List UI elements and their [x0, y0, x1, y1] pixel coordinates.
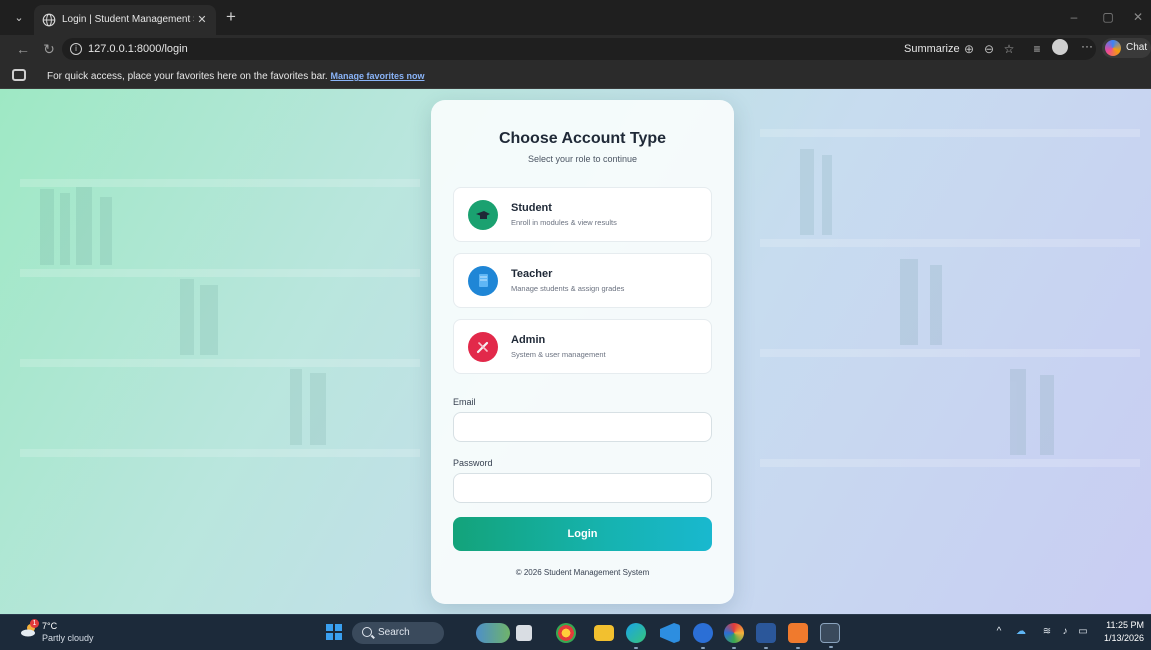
manage-favorites-link[interactable]: Manage favorites now: [330, 71, 424, 81]
vscode-icon[interactable]: [660, 623, 680, 643]
search-label: Search: [378, 627, 410, 638]
close-tab-icon[interactable]: ✕: [194, 12, 210, 28]
email-field[interactable]: [453, 412, 712, 442]
chrome-icon[interactable]: [556, 623, 576, 643]
tab-actions-menu-icon[interactable]: ⌄: [10, 9, 28, 27]
show-hidden-icons-chevron-icon[interactable]: ^: [992, 625, 1006, 639]
xampp-icon[interactable]: [788, 623, 808, 649]
taskbar-search[interactable]: Search: [352, 622, 444, 644]
task-view-icon[interactable]: [516, 625, 532, 641]
zoom-icon[interactable]: ⊖: [982, 42, 996, 56]
terminal-running-indicator: [829, 646, 833, 648]
copilot-chat-button[interactable]: Chat: [1102, 38, 1151, 58]
vscode-running-indicator: [668, 647, 672, 649]
profile-avatar[interactable]: [1052, 39, 1068, 55]
graduation-cap-icon: [468, 200, 498, 230]
password-field[interactable]: [453, 473, 712, 503]
weather-alert-badge: 1: [30, 619, 39, 628]
role-teacher-name: Teacher: [511, 268, 553, 280]
favorites-list-icon[interactable]: ≡: [1030, 42, 1044, 56]
new-tab-button[interactable]: +: [222, 8, 240, 26]
word-icon[interactable]: [756, 623, 776, 649]
restore-icon[interactable]: ▢: [1098, 8, 1118, 26]
role-admin-icon-graphic: [468, 332, 498, 362]
address-bar[interactable]: i 127.0.0.1:8000/login Summarize ⊕ ⊖ ☆ ≡: [62, 38, 1096, 60]
browser-tab-bar: ⌄ Login | Student Management Syst ✕ + – …: [0, 0, 1151, 35]
role-option-teacher[interactable]: Teacher Manage students & assign grades: [453, 253, 712, 308]
role-student-icon-graphic: [468, 200, 498, 230]
browser-tab[interactable]: Login | Student Management Syst ✕: [34, 5, 216, 35]
file-explorer-icon[interactable]: [594, 625, 614, 641]
xampp-running-indicator: [796, 647, 800, 649]
chrome-profile-running-indicator: [732, 647, 736, 649]
copilot-icon: [1105, 40, 1121, 56]
role-option-admin[interactable]: Admin System & user management: [453, 319, 712, 374]
windows-start-icon[interactable]: [326, 624, 342, 640]
favorites-bar: For quick access, place your favorites h…: [0, 63, 1151, 89]
role-option-student[interactable]: Student Enroll in modules & view results: [453, 187, 712, 242]
page-title: Choose Account Type: [498, 130, 667, 147]
search-icon: [362, 627, 372, 637]
role-admin-name: Admin: [511, 334, 546, 346]
clock-date[interactable]: 1/13/2026: [1104, 633, 1144, 644]
widgets-landscape-icon[interactable]: [476, 623, 510, 643]
copyright-footer: © 2026 Student Management System: [515, 568, 650, 577]
close-window-icon[interactable]: ✕: [1128, 8, 1148, 26]
word-running-indicator: [764, 647, 768, 649]
refresh-icon[interactable]: ↻: [40, 40, 58, 58]
favorite-star-icon[interactable]: ☆: [1002, 42, 1016, 56]
role-teacher-icon-graphic: [468, 266, 498, 296]
edge-running-indicator: [634, 647, 638, 649]
weather-temperature[interactable]: 7°C: [42, 621, 57, 631]
page-subtitle: Select your role to continue: [527, 154, 638, 164]
more-options-icon[interactable]: ···: [1078, 40, 1096, 54]
copilot-summarize-icon[interactable]: ⊕: [962, 42, 976, 56]
favorites-folder-icon: [12, 69, 26, 81]
email-label: Email: [453, 397, 476, 407]
book-icon: [468, 266, 498, 296]
chrome-profile-icon[interactable]: [724, 623, 744, 649]
site-info-icon[interactable]: i: [70, 43, 82, 55]
url-text[interactable]: 127.0.0.1:8000/login: [88, 42, 188, 56]
login-button[interactable]: Login: [453, 517, 712, 551]
address-toolbar: ← ↻ i 127.0.0.1:8000/login Summarize ⊕ ⊖…: [0, 35, 1151, 63]
role-teacher-desc: Manage students & assign grades: [511, 284, 625, 293]
edge-icon[interactable]: [626, 623, 646, 649]
cloud-sync-icon[interactable]: ☁: [1014, 625, 1028, 639]
battery-icon[interactable]: ▭: [1076, 625, 1090, 639]
favorites-hint: For quick access, place your favorites h…: [47, 70, 425, 83]
tab-title: Login | Student Management Syst: [62, 14, 194, 25]
globe-icon: [42, 13, 56, 27]
weather-condition[interactable]: Partly cloudy: [42, 633, 94, 643]
page-viewport: Choose Account Type Select your role to …: [0, 89, 1151, 614]
volume-icon[interactable]: ♪: [1058, 625, 1072, 639]
minimize-icon[interactable]: –: [1064, 8, 1084, 26]
search-app-running-indicator: [701, 647, 705, 649]
search-app-icon[interactable]: [693, 623, 713, 649]
windows-taskbar: 1 7°C Partly cloudy Search ^ ☁ ≋ ♪ ▭ 11:…: [0, 614, 1151, 650]
terminal-icon[interactable]: [820, 623, 840, 648]
back-arrow-icon[interactable]: ←: [14, 40, 32, 58]
wifi-icon[interactable]: ≋: [1040, 625, 1054, 639]
role-student-name: Student: [511, 202, 552, 214]
tools-icon: [468, 332, 498, 362]
password-label: Password: [453, 458, 493, 468]
clock-time[interactable]: 11:25 PM: [1104, 620, 1144, 631]
favorites-hint-text: For quick access, place your favorites h…: [47, 71, 328, 82]
role-student-desc: Enroll in modules & view results: [511, 218, 617, 227]
summarize-button[interactable]: Summarize: [904, 42, 960, 56]
chat-label: Chat: [1126, 42, 1148, 53]
role-admin-desc: System & user management: [511, 350, 606, 359]
account-type-card: Choose Account Type Select your role to …: [431, 100, 734, 604]
